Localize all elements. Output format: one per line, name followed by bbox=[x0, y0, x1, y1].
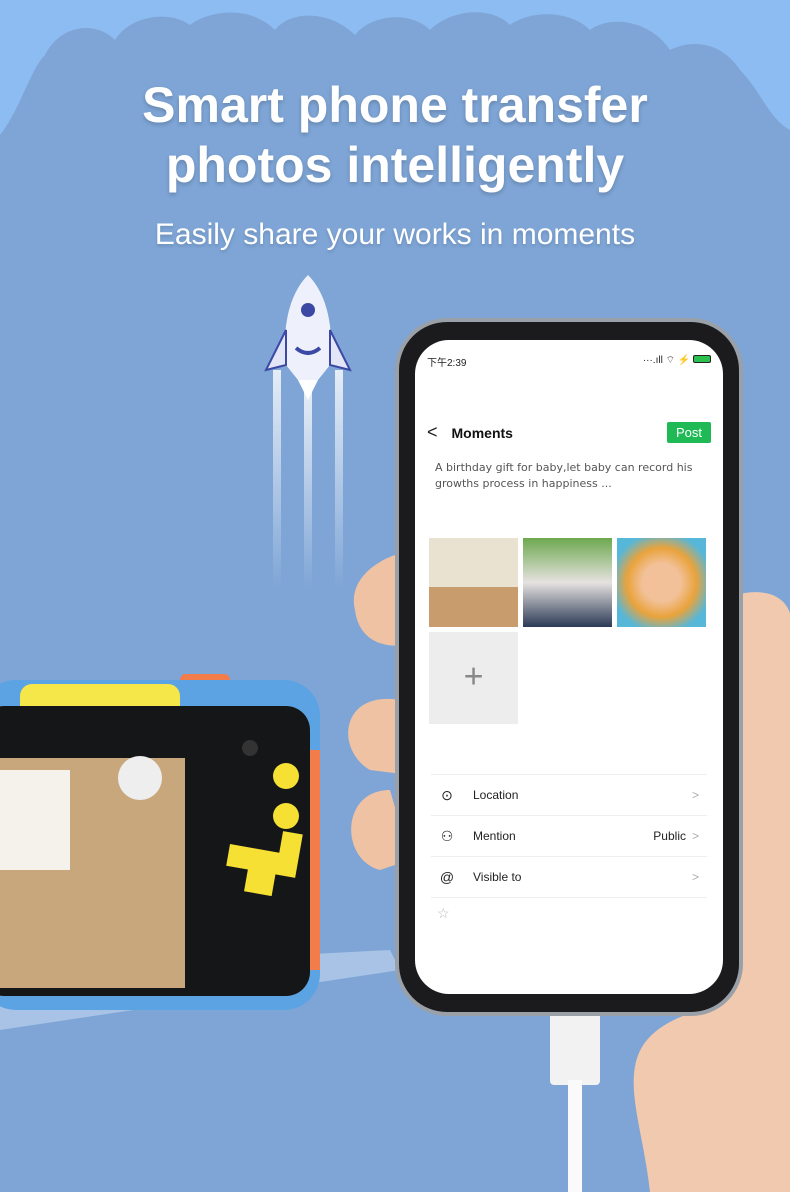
chevron-right-icon: > bbox=[691, 829, 699, 843]
photo-thumbnail[interactable] bbox=[523, 538, 612, 627]
page-title: Moments bbox=[451, 424, 513, 441]
chevron-right-icon: > bbox=[691, 870, 699, 884]
at-icon: @ bbox=[439, 869, 455, 885]
usb-connector bbox=[550, 1010, 600, 1085]
option-label: Visible to bbox=[473, 870, 522, 884]
smartphone: 下午2:39 ···.ıll ⌔ ⚡ < Moments Post A birt… bbox=[395, 318, 743, 1016]
battery-icon bbox=[693, 355, 711, 363]
star-icon[interactable]: ☆ bbox=[437, 905, 450, 922]
subheadline: Easily share your works in moments bbox=[154, 218, 636, 251]
option-mention[interactable]: ⚇ Mention Public > bbox=[431, 816, 707, 857]
post-button[interactable]: Post bbox=[666, 422, 711, 443]
options-list: ⊙ Location > ⚇ Mention Public > @ Visibl… bbox=[431, 774, 707, 898]
option-label: Mention bbox=[473, 829, 516, 843]
moments-nav: < Moments Post bbox=[427, 422, 711, 443]
add-photo-button[interactable]: + bbox=[429, 632, 518, 724]
option-visible-to[interactable]: @ Visible to > bbox=[431, 857, 707, 898]
headline-line-1: Smart phone transfer bbox=[142, 77, 648, 133]
photo-thumbnail[interactable] bbox=[617, 538, 706, 627]
option-location[interactable]: ⊙ Location > bbox=[431, 775, 707, 816]
person-icon: ⚇ bbox=[440, 827, 454, 844]
post-text[interactable]: A birthday gift for baby,let baby can re… bbox=[435, 460, 711, 492]
plus-icon: + bbox=[463, 657, 484, 696]
usb-cable bbox=[568, 1080, 582, 1192]
option-label: Location bbox=[473, 788, 519, 802]
headline: Smart phone transfer photos intelligentl… bbox=[0, 75, 790, 195]
location-icon: ⊙ bbox=[441, 786, 453, 803]
status-bar: 下午2:39 ···.ıll ⌔ ⚡ bbox=[427, 354, 711, 369]
chevron-right-icon: > bbox=[691, 788, 699, 802]
photo-grid: + bbox=[429, 538, 706, 724]
phone-screen: 下午2:39 ···.ıll ⌔ ⚡ < Moments Post A birt… bbox=[415, 340, 723, 994]
headline-line-2: photos intelligently bbox=[165, 137, 625, 193]
status-time: 下午2:39 bbox=[427, 358, 467, 369]
photo-thumbnail[interactable] bbox=[429, 538, 518, 627]
back-button[interactable]: < bbox=[427, 422, 438, 443]
status-icons: ···.ıll ⌔ ⚡ bbox=[643, 354, 711, 369]
option-value: Public bbox=[653, 829, 686, 843]
